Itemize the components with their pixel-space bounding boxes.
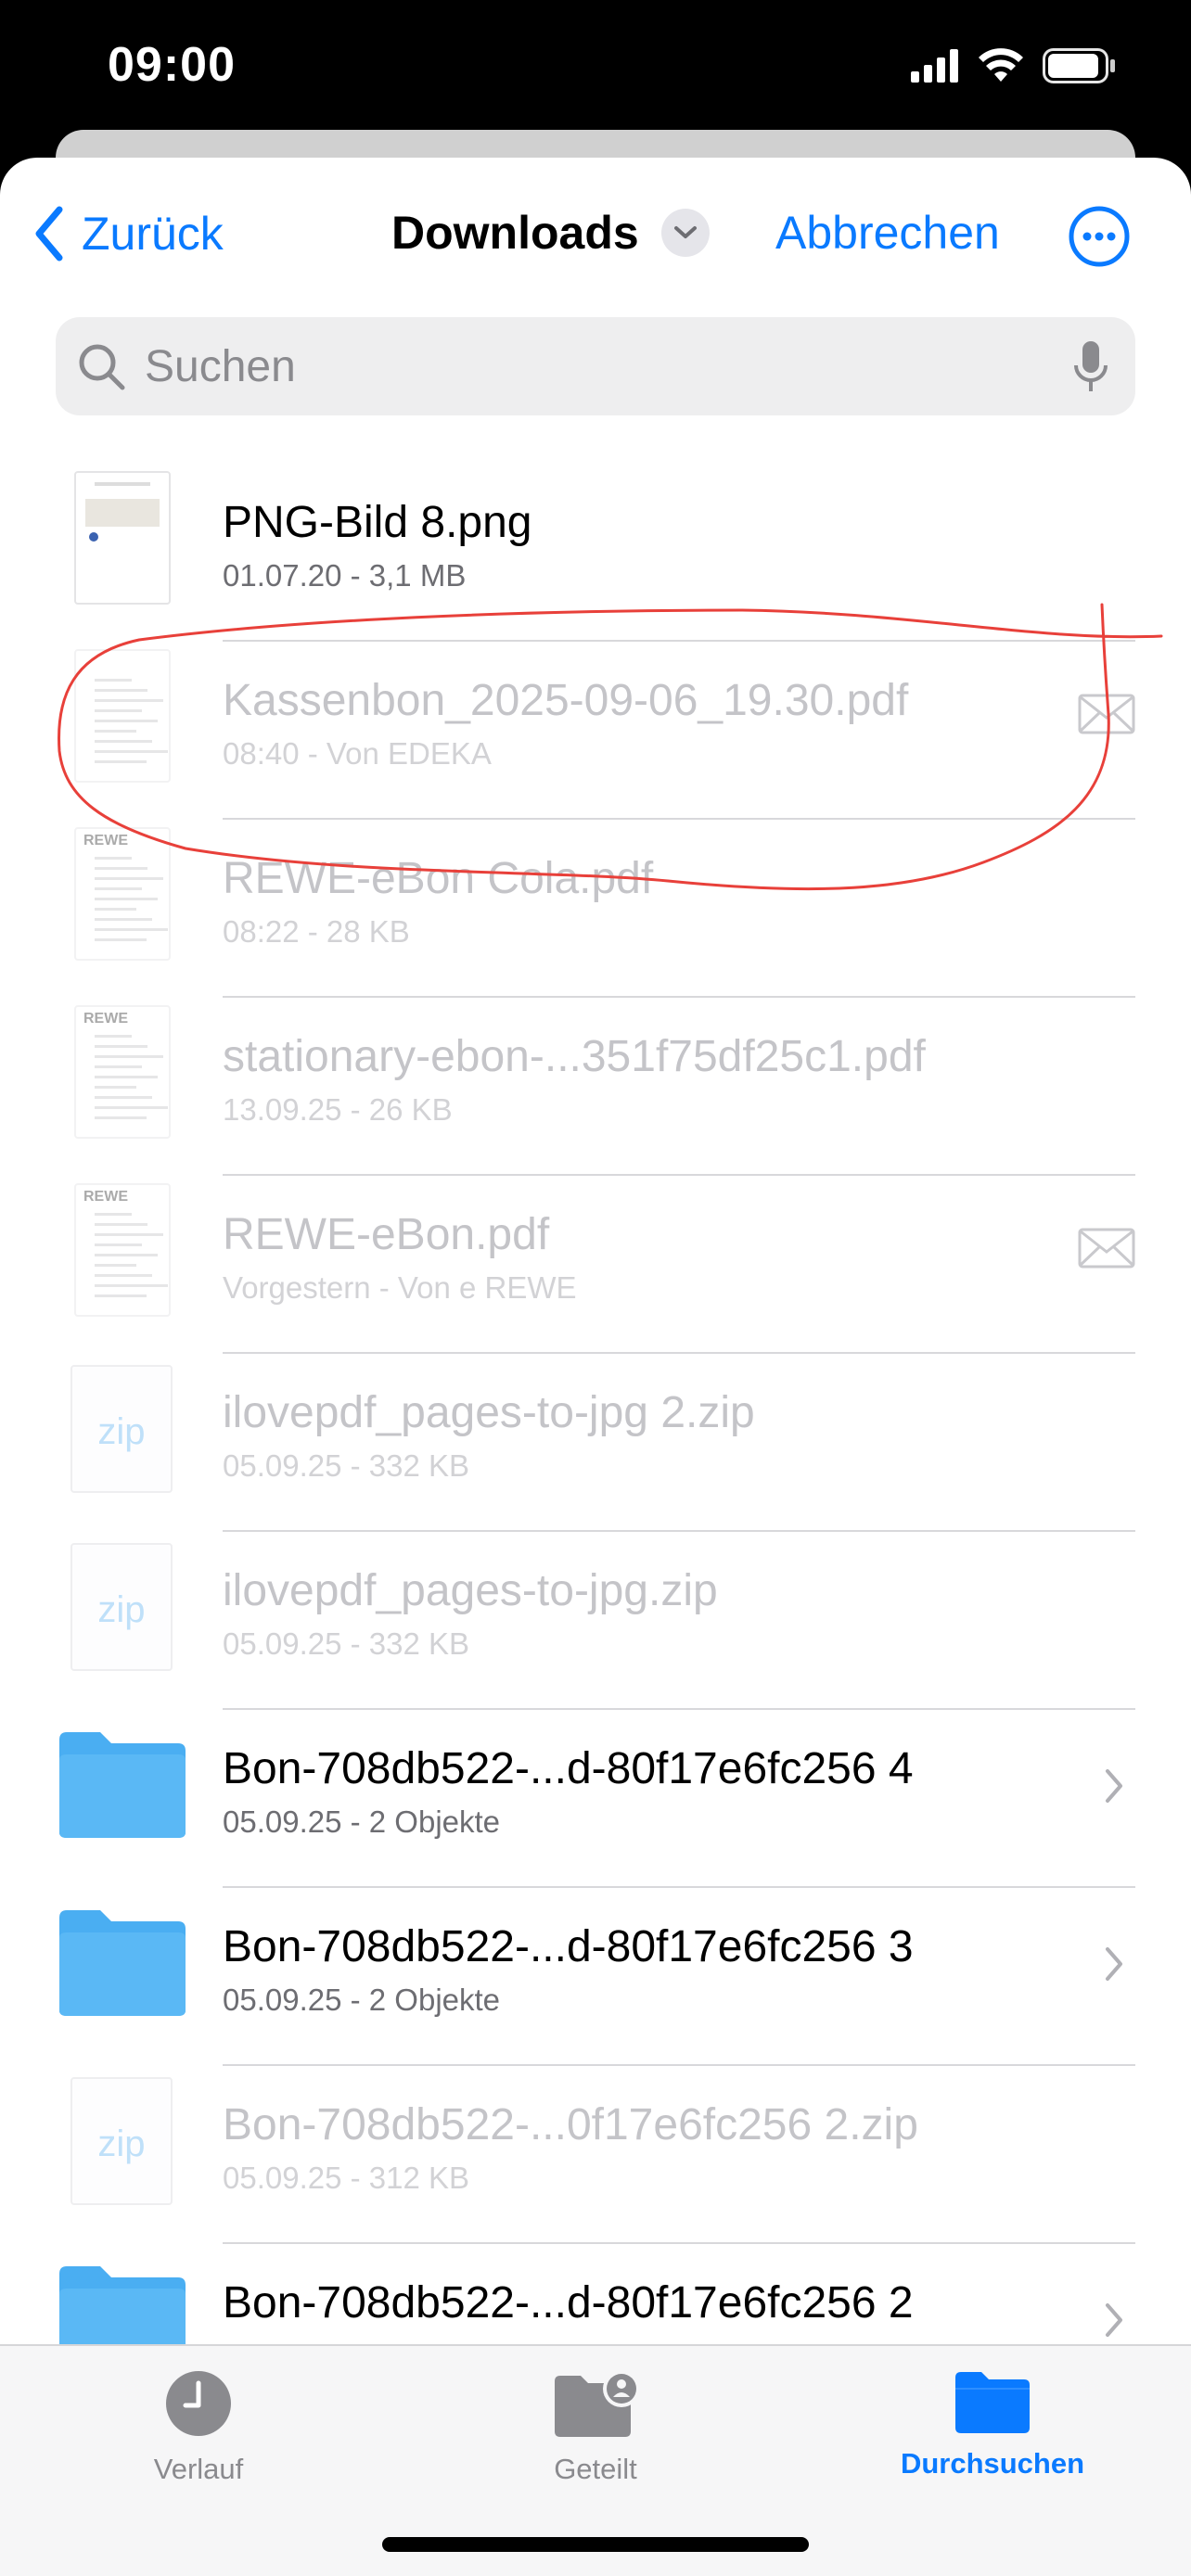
file-thumbnail: zip bbox=[56, 1361, 189, 1495]
back-button[interactable]: Zurück bbox=[33, 206, 224, 261]
battery-icon bbox=[1043, 48, 1115, 83]
image-thumbnail bbox=[74, 471, 171, 605]
file-name: ilovepdf_pages-to-jpg 2.zip bbox=[223, 1388, 755, 1437]
tab-geteilt[interactable]: Geteilt bbox=[456, 2368, 735, 2486]
folder-icon bbox=[59, 1732, 186, 1838]
file-name: Bon-708db522-...d-80f17e6fc256 3 bbox=[223, 1922, 914, 1971]
chevron-right-icon bbox=[1106, 2303, 1122, 2337]
zip-file-icon: zip bbox=[70, 2077, 173, 2205]
tab-label: Geteilt bbox=[554, 2453, 637, 2485]
file-meta: 13.09.25 - 26 KB bbox=[223, 1092, 453, 1127]
file-meta: 05.09.25 - 2 Objekte bbox=[223, 1804, 501, 1839]
zip-file-icon: zip bbox=[70, 1365, 173, 1493]
file-row[interactable]: REWE REWE-eBon.pdf Vorgestern - Von e REWE bbox=[0, 1176, 1191, 1354]
file-thumbnail: REWE bbox=[56, 1183, 189, 1317]
folder-row[interactable]: Bon-708db522-...d-80f17e6fc256 4 05.09.25… bbox=[0, 1710, 1191, 1888]
home-indicator bbox=[382, 2537, 809, 2552]
pdf-thumbnail: REWE bbox=[74, 1005, 171, 1139]
folder-row[interactable]: Bon-708db522-...d-80f17e6fc256 3 05.09.25… bbox=[0, 1888, 1191, 2066]
shared-folder-icon bbox=[555, 2370, 640, 2437]
file-row[interactable]: zip ilovepdf_pages-to-jpg 2.zip 05.09.25 -… bbox=[0, 1354, 1191, 1532]
file-row[interactable]: REWE stationary-ebon-...351f75df25c1.pdf 1… bbox=[0, 998, 1191, 1176]
file-row[interactable]: PNG-Bild 8.png 01.07.20 - 3,1 MB bbox=[0, 464, 1191, 642]
microphone-icon[interactable] bbox=[1072, 339, 1109, 395]
file-meta: Vorgestern - Von e REWE bbox=[223, 1270, 577, 1305]
file-thumbnail: REWE bbox=[56, 1005, 189, 1139]
thumb-brand: REWE bbox=[83, 833, 128, 848]
file-row[interactable]: REWE REWE-eBon Cola.pdf 08:22 - 28 KB bbox=[0, 820, 1191, 998]
tab-label: Durchsuchen bbox=[900, 2447, 1085, 2480]
mail-icon bbox=[1078, 1228, 1135, 1269]
status-icons bbox=[911, 48, 1117, 83]
status-bar: 09:00 bbox=[0, 0, 1191, 139]
navigation-bar: Zurück Downloads Abbrechen bbox=[0, 158, 1191, 315]
file-thumbnail: zip bbox=[56, 2073, 189, 2207]
file-row[interactable]: Kassenbon_2025-09-06_19.30.pdf 08:40 - Vo… bbox=[0, 642, 1191, 820]
more-options-icon[interactable] bbox=[1069, 206, 1130, 267]
file-name: REWE-eBon.pdf bbox=[223, 1210, 550, 1259]
search-icon bbox=[79, 344, 125, 390]
cellular-signal-icon bbox=[911, 49, 958, 83]
folder-icon bbox=[955, 2372, 1030, 2433]
search-input[interactable] bbox=[145, 317, 1054, 415]
thumb-brand: REWE bbox=[83, 1011, 128, 1027]
file-meta: 08:40 - Von EDEKA bbox=[223, 736, 492, 771]
chevron-down-icon bbox=[660, 209, 710, 257]
file-name: stationary-ebon-...351f75df25c1.pdf bbox=[223, 1032, 926, 1081]
file-name: REWE-eBon Cola.pdf bbox=[223, 854, 654, 903]
file-name: Bon-708db522-...d-80f17e6fc256 4 bbox=[223, 1744, 914, 1793]
file-name: Bon-708db522-...0f17e6fc256 2.zip bbox=[223, 2100, 918, 2149]
file-name: Kassenbon_2025-09-06_19.30.pdf bbox=[223, 676, 909, 725]
cancel-button[interactable]: Abbrechen bbox=[775, 206, 1000, 260]
file-name: PNG-Bild 8.png bbox=[223, 498, 532, 547]
tab-label: Verlauf bbox=[153, 2453, 244, 2485]
file-meta: 05.09.25 - 2 Objekte bbox=[223, 1983, 501, 2017]
file-meta: 05.09.25 - 312 KB bbox=[223, 2161, 470, 2195]
thumb-brand: REWE bbox=[83, 1189, 128, 1205]
file-thumbnail: REWE bbox=[56, 827, 189, 961]
file-thumbnail: zip bbox=[56, 1539, 189, 1673]
wifi-icon bbox=[979, 48, 1023, 82]
chevron-right-icon bbox=[1106, 1769, 1122, 1803]
pdf-thumbnail bbox=[74, 649, 171, 783]
folder-title-menu[interactable]: Downloads bbox=[391, 206, 710, 260]
chevron-right-icon bbox=[1106, 1947, 1122, 1981]
file-meta: 08:22 - 28 KB bbox=[223, 914, 410, 949]
file-name: Bon-708db522-...d-80f17e6fc256 2 bbox=[223, 2278, 914, 2327]
zip-file-icon: zip bbox=[70, 1543, 173, 1671]
file-row[interactable]: zip ilovepdf_pages-to-jpg.zip 05.09.25 - 3… bbox=[0, 1532, 1191, 1710]
zip-label: zip bbox=[97, 2123, 146, 2164]
file-meta: 05.09.25 - 332 KB bbox=[223, 1448, 470, 1483]
file-list: PNG-Bild 8.png 01.07.20 - 3,1 MB Kassenbon… bbox=[0, 464, 1191, 2422]
file-thumbnail bbox=[56, 471, 189, 605]
file-thumbnail bbox=[56, 1717, 189, 1851]
zip-label: zip bbox=[97, 1589, 146, 1630]
file-meta: 01.07.20 - 3,1 MB bbox=[223, 558, 467, 593]
back-label: Zurück bbox=[82, 208, 224, 260]
chevron-left-icon bbox=[35, 206, 63, 261]
pdf-thumbnail: REWE bbox=[74, 827, 171, 961]
clock-icon bbox=[166, 2371, 231, 2436]
file-thumbnail bbox=[56, 649, 189, 783]
pdf-thumbnail: REWE bbox=[74, 1183, 171, 1317]
page-title: Downloads bbox=[391, 207, 639, 259]
file-row[interactable]: zip Bon-708db522-...0f17e6fc256 2.zip 05.0… bbox=[0, 2066, 1191, 2244]
file-picker-sheet: Zurück Downloads Abbrechen PNG-Bild bbox=[0, 158, 1191, 2576]
zip-label: zip bbox=[97, 1411, 146, 1452]
file-name: ilovepdf_pages-to-jpg.zip bbox=[223, 1566, 718, 1615]
tab-verlauf[interactable]: Verlauf bbox=[59, 2368, 338, 2486]
tab-durchsuchen[interactable]: Durchsuchen bbox=[853, 2368, 1132, 2480]
search-bar bbox=[56, 317, 1135, 415]
file-meta: 05.09.25 - 332 KB bbox=[223, 1626, 470, 1661]
file-thumbnail bbox=[56, 1895, 189, 2029]
mail-icon bbox=[1078, 694, 1135, 734]
folder-icon bbox=[59, 1910, 186, 2016]
status-time: 09:00 bbox=[108, 38, 236, 92]
